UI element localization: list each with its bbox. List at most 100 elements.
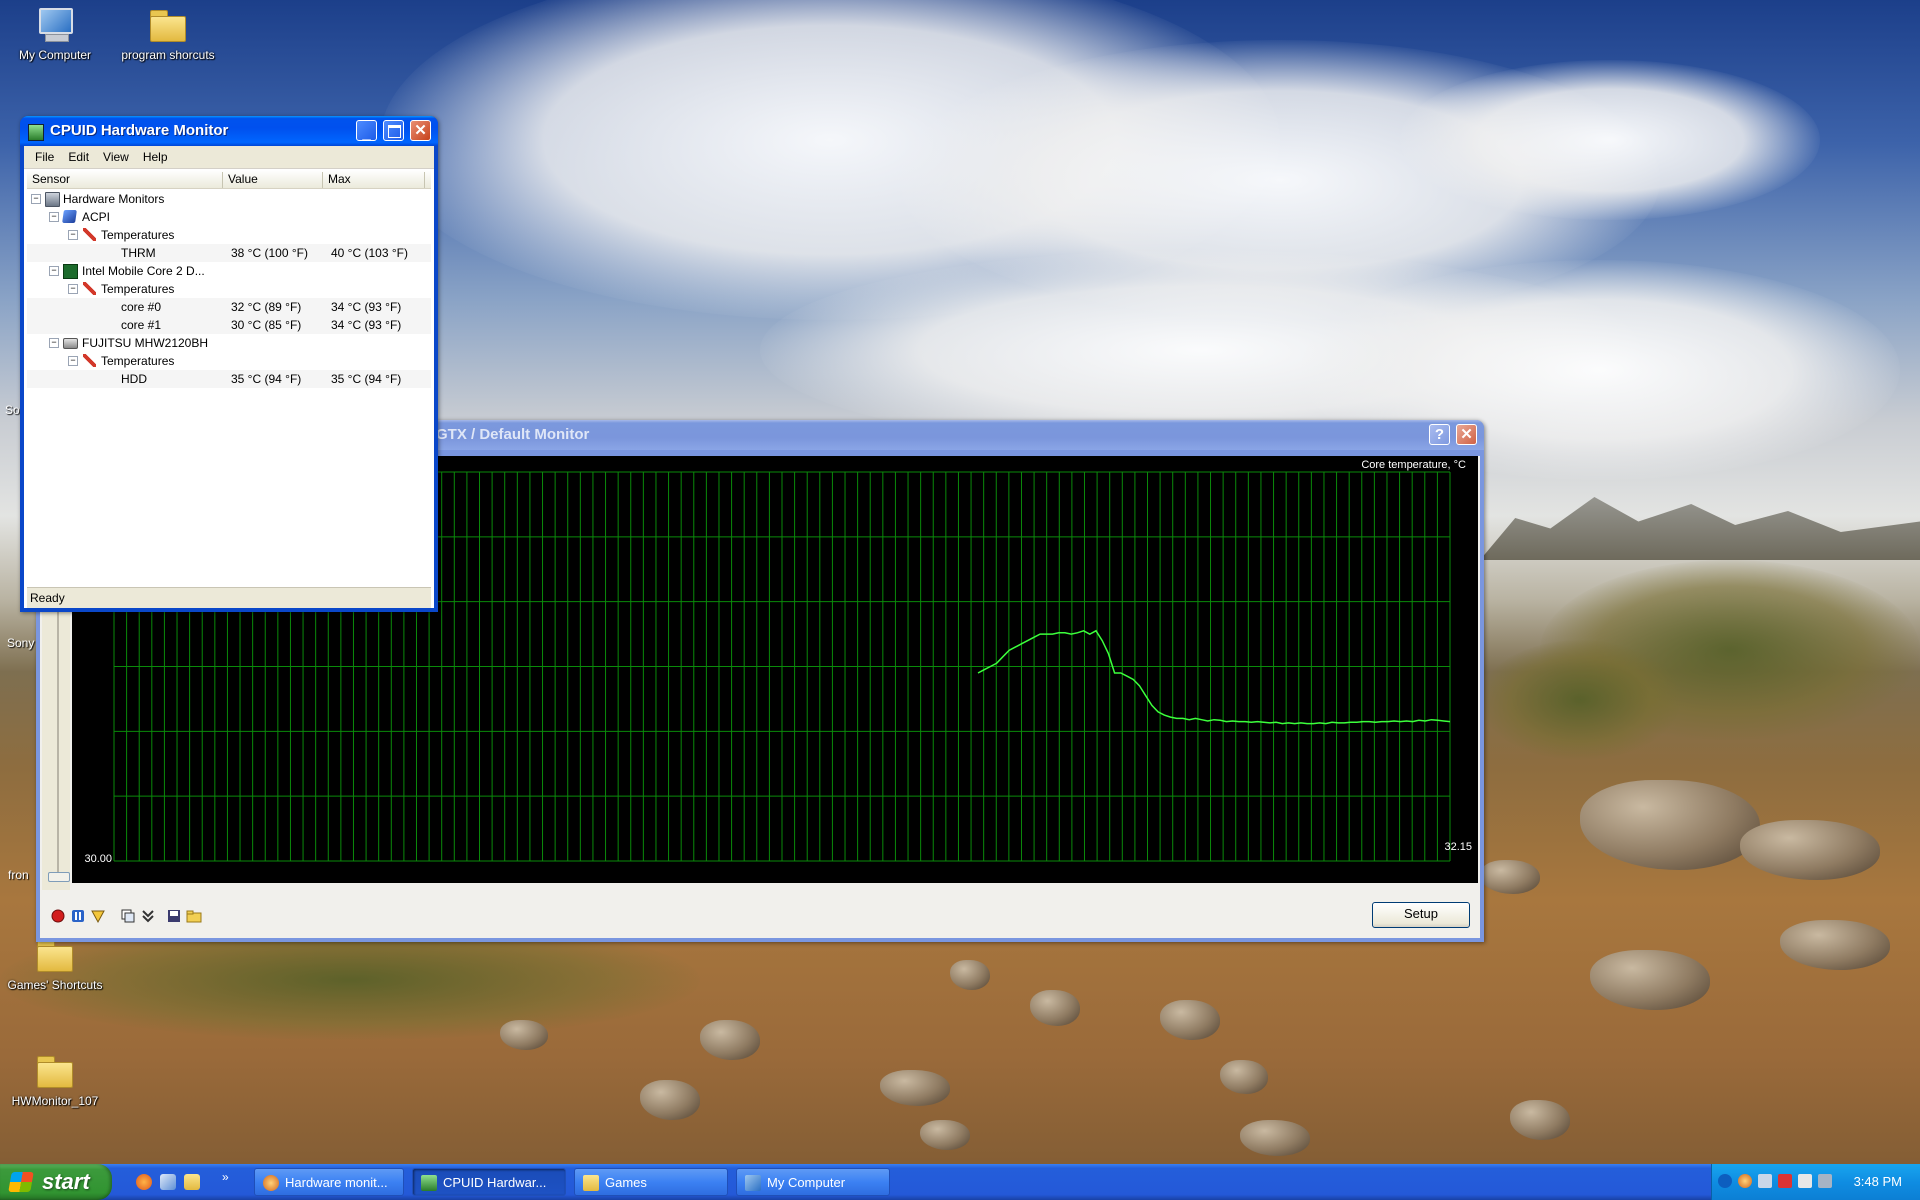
chart-current-label: 32.15 <box>1444 841 1472 853</box>
status-bar: Ready <box>27 587 431 608</box>
close-button[interactable]: ✕ <box>1456 424 1477 445</box>
taskbar-item-games[interactable]: Games <box>574 1168 728 1196</box>
record-icon[interactable] <box>50 908 66 924</box>
desktop-icon-label-partial[interactable]: So <box>5 403 20 417</box>
folder-icon <box>583 1175 599 1191</box>
tree-node-label: Temperatures <box>101 354 175 368</box>
sensor-row-thrm[interactable]: THRM 38 °C (100 °F) 40 °C (103 °F) <box>27 244 431 262</box>
tree-node-temperatures[interactable]: − Temperatures <box>27 352 431 370</box>
taskbar-item-label: My Computer <box>767 1175 846 1190</box>
taskbar-item-hardware-monitor[interactable]: Hardware monit... <box>254 1168 404 1196</box>
tray-expand-icon[interactable] <box>1718 1174 1732 1188</box>
thermometer-icon <box>83 354 96 367</box>
menu-help[interactable]: Help <box>136 150 175 164</box>
tray-power-icon[interactable] <box>1798 1174 1812 1188</box>
sensor-max: 34 °C (93 °F) <box>331 318 402 332</box>
clear-icon[interactable] <box>90 908 106 924</box>
open-folder-icon[interactable] <box>186 908 202 924</box>
sensor-name: core #0 <box>121 300 162 314</box>
collapse-icon[interactable]: − <box>68 356 78 366</box>
menu-bar: File Edit View Help <box>24 146 434 169</box>
tree-node-root[interactable]: − Hardware Monitors <box>27 190 431 208</box>
minimize-icon: _ <box>362 125 371 142</box>
browser-icon[interactable] <box>160 1174 176 1190</box>
tree-node-cpu[interactable]: − Intel Mobile Core 2 D... <box>27 262 431 280</box>
sensor-value: 38 °C (100 °F) <box>231 246 308 260</box>
clock: 3:48 PM <box>1853 1174 1902 1189</box>
thermometer-icon <box>83 228 96 241</box>
chart-title: Core temperature, °C <box>1361 459 1466 471</box>
taskbar: start » Hardware monit... CPUID Hardwar.… <box>0 1164 1920 1200</box>
pause-icon[interactable] <box>70 908 86 924</box>
desktop-icon-label-partial[interactable]: fron <box>8 868 29 882</box>
tree-node-label: Temperatures <box>101 228 175 242</box>
copy-icon[interactable] <box>120 908 136 924</box>
monitor-window-title: GTX / Default Monitor <box>436 426 590 443</box>
desktop-icon-hwmonitor-folder[interactable]: HWMonitor_107 <box>5 1052 105 1108</box>
sensor-max: 35 °C (94 °F) <box>331 372 402 386</box>
folder-icon <box>148 6 188 44</box>
chevron-right-icon[interactable]: » <box>222 1170 229 1184</box>
collapse-icon[interactable]: − <box>68 284 78 294</box>
collapse-icon[interactable]: − <box>49 338 59 348</box>
app-icon <box>421 1175 437 1191</box>
hwmonitor-window-title: CPUID Hardware Monitor <box>50 122 229 139</box>
close-icon: ✕ <box>414 122 427 139</box>
collapse-icon[interactable] <box>140 908 156 924</box>
taskbar-item-my-computer[interactable]: My Computer <box>736 1168 890 1196</box>
collapse-icon[interactable]: − <box>49 212 59 222</box>
close-button[interactable]: ✕ <box>410 120 431 141</box>
folder-icon[interactable] <box>184 1174 200 1190</box>
taskbar-item-label: CPUID Hardwar... <box>443 1175 547 1190</box>
desktop-icon-label-partial[interactable]: Sony <box>7 636 34 650</box>
slider-thumb[interactable] <box>48 872 70 882</box>
sensor-row-core1[interactable]: core #1 30 °C (85 °F) 34 °C (93 °F) <box>27 316 431 334</box>
chart-series-line <box>977 629 1451 725</box>
collapse-icon[interactable]: − <box>68 230 78 240</box>
column-max[interactable]: Max <box>323 172 425 188</box>
sensor-row-core0[interactable]: core #0 32 °C (89 °F) 34 °C (93 °F) <box>27 298 431 316</box>
tree-node-temperatures[interactable]: − Temperatures <box>27 226 431 244</box>
sensor-row-hdd[interactable]: HDD 35 °C (94 °F) 35 °C (94 °F) <box>27 370 431 388</box>
help-button[interactable]: ? <box>1429 424 1450 445</box>
tree-node-disk[interactable]: − FUJITSU MHW2120BH <box>27 334 431 352</box>
menu-view[interactable]: View <box>96 150 136 164</box>
minimize-button[interactable]: _ <box>356 120 377 142</box>
tree-node-temperatures[interactable]: − Temperatures <box>27 280 431 298</box>
hwmonitor-title-bar[interactable]: CPUID Hardware Monitor _ ✕ <box>20 116 438 146</box>
sensor-tree: − Hardware Monitors − ACPI − Temperature… <box>27 190 431 388</box>
desktop-icon-my-computer[interactable]: My Computer <box>5 6 105 62</box>
column-value[interactable]: Value <box>223 172 323 188</box>
hwmonitor-window: CPUID Hardware Monitor _ ✕ File Edit Vie… <box>20 116 438 612</box>
help-icon: ? <box>1434 426 1445 443</box>
tray-gear-icon[interactable] <box>1738 1174 1752 1188</box>
tray-network-icon[interactable] <box>1758 1174 1772 1188</box>
menu-edit[interactable]: Edit <box>61 150 96 164</box>
column-sensor[interactable]: Sensor <box>27 172 223 188</box>
desktop-icon-label: program shorcuts <box>121 48 215 62</box>
my-computer-icon <box>745 1175 761 1191</box>
desktop-icon-program-shortcuts[interactable]: program shorcuts <box>118 6 218 62</box>
desktop-icon-label: My Computer <box>18 48 92 62</box>
close-icon: ✕ <box>1460 426 1473 443</box>
collapse-icon[interactable]: − <box>49 266 59 276</box>
setup-button[interactable]: Setup <box>1372 902 1470 928</box>
tree-node-label: Intel Mobile Core 2 D... <box>82 264 205 278</box>
desktop-icon-games-shortcuts[interactable]: Games' Shortcuts <box>5 936 105 992</box>
maximize-icon <box>384 121 403 140</box>
tray-security-icon[interactable] <box>1778 1174 1792 1188</box>
cpu-icon <box>63 264 78 279</box>
maximize-button[interactable] <box>383 120 404 141</box>
collapse-icon[interactable]: − <box>31 194 41 204</box>
taskbar-item-cpuid[interactable]: CPUID Hardwar... <box>412 1168 566 1196</box>
system-tray: 3:48 PM <box>1711 1164 1920 1200</box>
start-button[interactable]: start <box>0 1164 112 1200</box>
firefox-icon[interactable] <box>136 1174 152 1190</box>
tree-node-acpi[interactable]: − ACPI <box>27 208 431 226</box>
tray-monitor-icon[interactable] <box>1818 1174 1832 1188</box>
save-icon[interactable] <box>166 908 182 924</box>
windows-logo-icon <box>8 1172 34 1192</box>
menu-file[interactable]: File <box>28 150 61 164</box>
sensor-value: 32 °C (89 °F) <box>231 300 302 314</box>
acpi-icon <box>62 210 77 223</box>
